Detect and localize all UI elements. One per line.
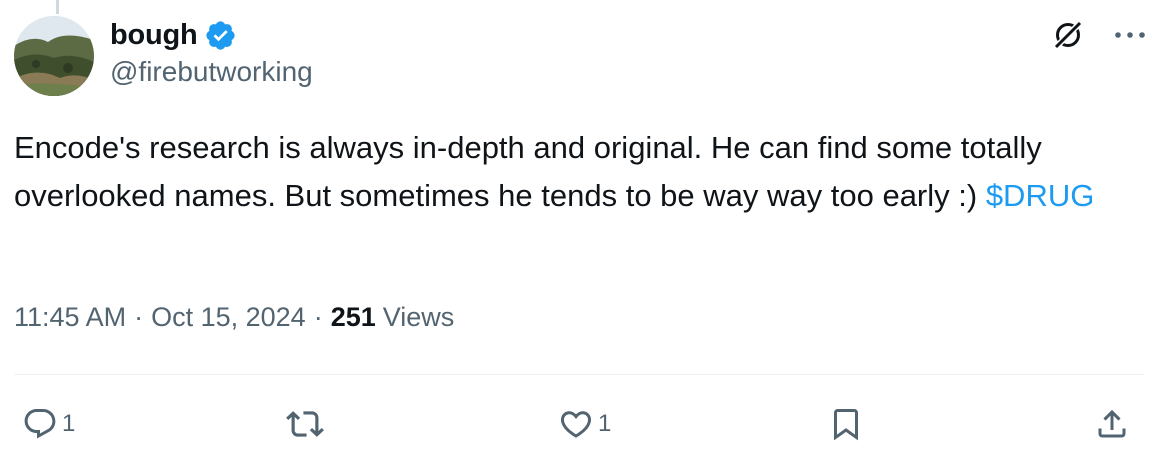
- author-name-row: bough: [110, 14, 237, 56]
- repost-icon: [286, 405, 324, 443]
- share-icon: [1094, 406, 1130, 442]
- avatar-image: [14, 16, 94, 96]
- verified-badge-icon[interactable]: [204, 19, 237, 52]
- author-handle[interactable]: @firebutworking: [110, 56, 313, 88]
- display-name[interactable]: bough: [110, 19, 198, 52]
- bookmark-icon: [828, 406, 864, 442]
- tweet-time[interactable]: 11:45 AM: [14, 302, 126, 333]
- share-button[interactable]: [1094, 396, 1130, 452]
- cashtag-link[interactable]: $DRUG: [986, 178, 1095, 213]
- grok-icon[interactable]: [1051, 18, 1085, 52]
- divider: [14, 374, 1145, 375]
- like-button[interactable]: 1: [558, 396, 611, 452]
- views-label[interactable]: Views: [383, 302, 455, 333]
- tweet-date[interactable]: Oct 15, 2024: [151, 302, 306, 333]
- views-count[interactable]: 251: [331, 302, 376, 333]
- meta-separator: ·: [134, 302, 144, 332]
- heart-icon: [558, 406, 594, 442]
- tweet-body: Encode's research is always in-depth and…: [14, 130, 1051, 213]
- more-icon[interactable]: [1111, 20, 1149, 50]
- tweet-text: Encode's research is always in-depth and…: [14, 124, 1134, 220]
- like-count: 1: [598, 410, 612, 437]
- bookmark-button[interactable]: [828, 396, 864, 452]
- thread-connector-line: [56, 0, 59, 14]
- reply-button[interactable]: 1: [22, 396, 75, 452]
- tweet-actions-bar: 1 1: [0, 396, 1161, 452]
- reply-icon: [22, 406, 58, 442]
- avatar[interactable]: [14, 16, 94, 96]
- reply-count: 1: [62, 410, 76, 437]
- meta-separator: ·: [313, 302, 323, 332]
- tweet-metadata: 11:45 AM · Oct 15, 2024 · 251 Views: [14, 302, 454, 333]
- top-actions: [1051, 18, 1149, 52]
- repost-button[interactable]: [286, 396, 328, 452]
